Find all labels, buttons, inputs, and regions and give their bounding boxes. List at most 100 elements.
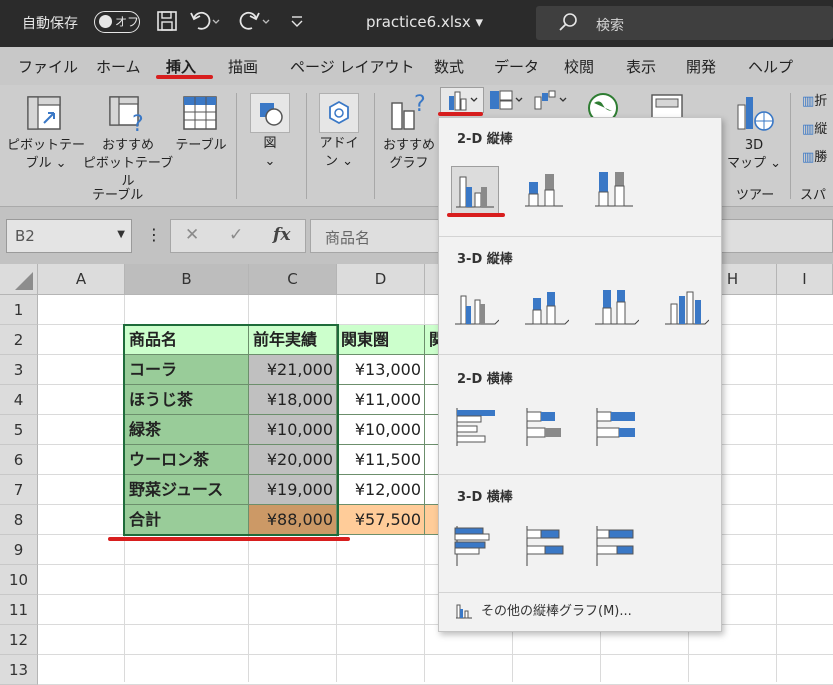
row-header-9[interactable]: 9: [0, 535, 38, 565]
row-header-2[interactable]: 2: [0, 325, 38, 355]
row-header-6[interactable]: 6: [0, 445, 38, 475]
row-header-13[interactable]: 13: [0, 655, 38, 685]
column-header-d[interactable]: D: [337, 264, 425, 295]
total-label-cell[interactable]: 合計: [125, 505, 249, 535]
3d-map-button[interactable]: 3D マップ ⌄: [726, 137, 782, 173]
row-header-3[interactable]: 3: [0, 355, 38, 385]
3d-stacked-column-icon[interactable]: [523, 284, 571, 332]
waterfall-chart-icon[interactable]: [532, 89, 572, 115]
tab-data[interactable]: データ: [494, 56, 539, 77]
3d-clustered-bar-icon[interactable]: [453, 522, 501, 570]
row-header-1[interactable]: 1: [0, 295, 38, 325]
tab-insert[interactable]: 挿入: [166, 56, 196, 77]
tab-file[interactable]: ファイル: [18, 56, 78, 77]
tab-home[interactable]: ホーム: [96, 56, 141, 77]
kansai-cell[interactable]: [425, 355, 439, 385]
sparkline-winloss[interactable]: ▥勝: [802, 149, 833, 167]
prev-year-cell[interactable]: ¥10,000: [249, 415, 337, 445]
product-name-cell[interactable]: ほうじ茶: [125, 385, 249, 415]
row-header-11[interactable]: 11: [0, 595, 38, 625]
kansai-cell[interactable]: [425, 505, 439, 535]
more-dots-icon[interactable]: ⋮: [146, 225, 162, 244]
column-header-b[interactable]: B: [125, 264, 249, 295]
prev-year-cell[interactable]: ¥21,000: [249, 355, 337, 385]
table-button[interactable]: テーブル: [170, 137, 232, 155]
kanto-cell[interactable]: ¥11,500: [337, 445, 425, 475]
recommended-charts-button[interactable]: おすすめ グラフ: [378, 137, 440, 173]
tab-view[interactable]: 表示: [626, 56, 656, 77]
header-cell-product[interactable]: 商品名: [125, 325, 249, 355]
product-name-cell[interactable]: ウーロン茶: [125, 445, 249, 475]
pivot-table-button[interactable]: ピボットテー ブル ⌄: [4, 137, 88, 173]
more-column-charts-link[interactable]: その他の縦棒グラフ(M)...: [455, 600, 632, 623]
undo-icon[interactable]: [190, 10, 222, 37]
row-header-7[interactable]: 7: [0, 475, 38, 505]
product-name-cell[interactable]: 野菜ジュース: [125, 475, 249, 505]
header-cell-prev-year[interactable]: 前年実績: [249, 325, 337, 355]
search-box[interactable]: 検索: [536, 6, 833, 40]
kanto-cell[interactable]: ¥12,000: [337, 475, 425, 505]
prev-year-cell[interactable]: ¥20,000: [249, 445, 337, 475]
save-icon[interactable]: [156, 10, 178, 37]
3d-column-icon[interactable]: [663, 284, 711, 332]
kansai-cell[interactable]: [425, 385, 439, 415]
customize-qat-icon[interactable]: [290, 10, 304, 37]
file-name[interactable]: practice6.xlsx ▾: [366, 13, 483, 31]
stacked-bar-icon[interactable]: [523, 404, 571, 452]
addins-icon[interactable]: [319, 93, 359, 133]
3d-map-icon[interactable]: [734, 93, 776, 137]
tab-developer[interactable]: 開発: [686, 56, 716, 77]
enter-icon[interactable]: ✓: [229, 225, 243, 245]
row-header-4[interactable]: 4: [0, 385, 38, 415]
row-header-8[interactable]: 8: [0, 505, 38, 535]
column-header-a[interactable]: A: [38, 264, 125, 295]
sparkline-column[interactable]: ▥縦: [802, 121, 833, 139]
kansai-cell[interactable]: [425, 475, 439, 505]
illustrations-button[interactable]: 図 ⌄: [248, 135, 292, 171]
3d-100-stacked-bar-icon[interactable]: [593, 522, 641, 570]
kanto-cell[interactable]: ¥13,000: [337, 355, 425, 385]
kanto-cell[interactable]: ¥10,000: [337, 415, 425, 445]
kansai-cell[interactable]: [425, 415, 439, 445]
product-name-cell[interactable]: 緑茶: [125, 415, 249, 445]
clustered-column-icon[interactable]: [451, 166, 499, 214]
column-chart-button[interactable]: [440, 87, 484, 113]
100-stacked-column-icon[interactable]: [591, 166, 639, 214]
recommended-charts-icon[interactable]: ?: [388, 91, 434, 137]
kanto-cell[interactable]: ¥11,000: [337, 385, 425, 415]
row-header-10[interactable]: 10: [0, 565, 38, 595]
autosave-toggle[interactable]: オフ: [94, 11, 140, 33]
tab-page-layout[interactable]: ページ レイアウト: [290, 56, 414, 77]
recommended-pivot-button[interactable]: おすすめ ピボットテーブル: [80, 137, 176, 191]
tab-review[interactable]: 校閲: [564, 56, 594, 77]
recommended-pivot-icon[interactable]: ?: [108, 95, 148, 137]
3d-stacked-bar-icon[interactable]: [523, 522, 571, 570]
cancel-icon[interactable]: ✕: [185, 225, 199, 245]
kansai-cell[interactable]: [425, 445, 439, 475]
100-stacked-bar-icon[interactable]: [593, 404, 641, 452]
table-icon[interactable]: [182, 95, 218, 135]
product-name-cell[interactable]: コーラ: [125, 355, 249, 385]
pivot-table-icon[interactable]: [26, 95, 62, 135]
kanto-cell[interactable]: ¥57,500: [337, 505, 425, 535]
3d-clustered-column-icon[interactable]: [453, 284, 501, 332]
column-header-c[interactable]: C: [249, 264, 337, 295]
redo-icon[interactable]: [238, 10, 272, 37]
select-all-corner[interactable]: [0, 264, 38, 295]
stacked-column-icon[interactable]: [521, 166, 569, 214]
hierarchy-chart-icon[interactable]: [488, 89, 528, 115]
tab-help[interactable]: ヘルプ: [748, 56, 793, 77]
clustered-bar-icon[interactable]: [453, 404, 501, 452]
header-cell-kansai[interactable]: 関: [425, 325, 439, 355]
tab-formulas[interactable]: 数式: [434, 56, 464, 77]
sparkline-line[interactable]: ▥折: [802, 93, 833, 111]
prev-year-cell[interactable]: ¥88,000: [249, 505, 337, 535]
row-header-5[interactable]: 5: [0, 415, 38, 445]
insert-function-icon[interactable]: fx: [273, 225, 290, 245]
3d-100-stacked-column-icon[interactable]: [593, 284, 641, 332]
header-cell-kanto[interactable]: 関東圏: [337, 325, 425, 355]
name-box[interactable]: B2 ▼: [6, 219, 132, 253]
row-header-12[interactable]: 12: [0, 625, 38, 655]
tab-draw[interactable]: 描画: [228, 56, 258, 77]
prev-year-cell[interactable]: ¥18,000: [249, 385, 337, 415]
